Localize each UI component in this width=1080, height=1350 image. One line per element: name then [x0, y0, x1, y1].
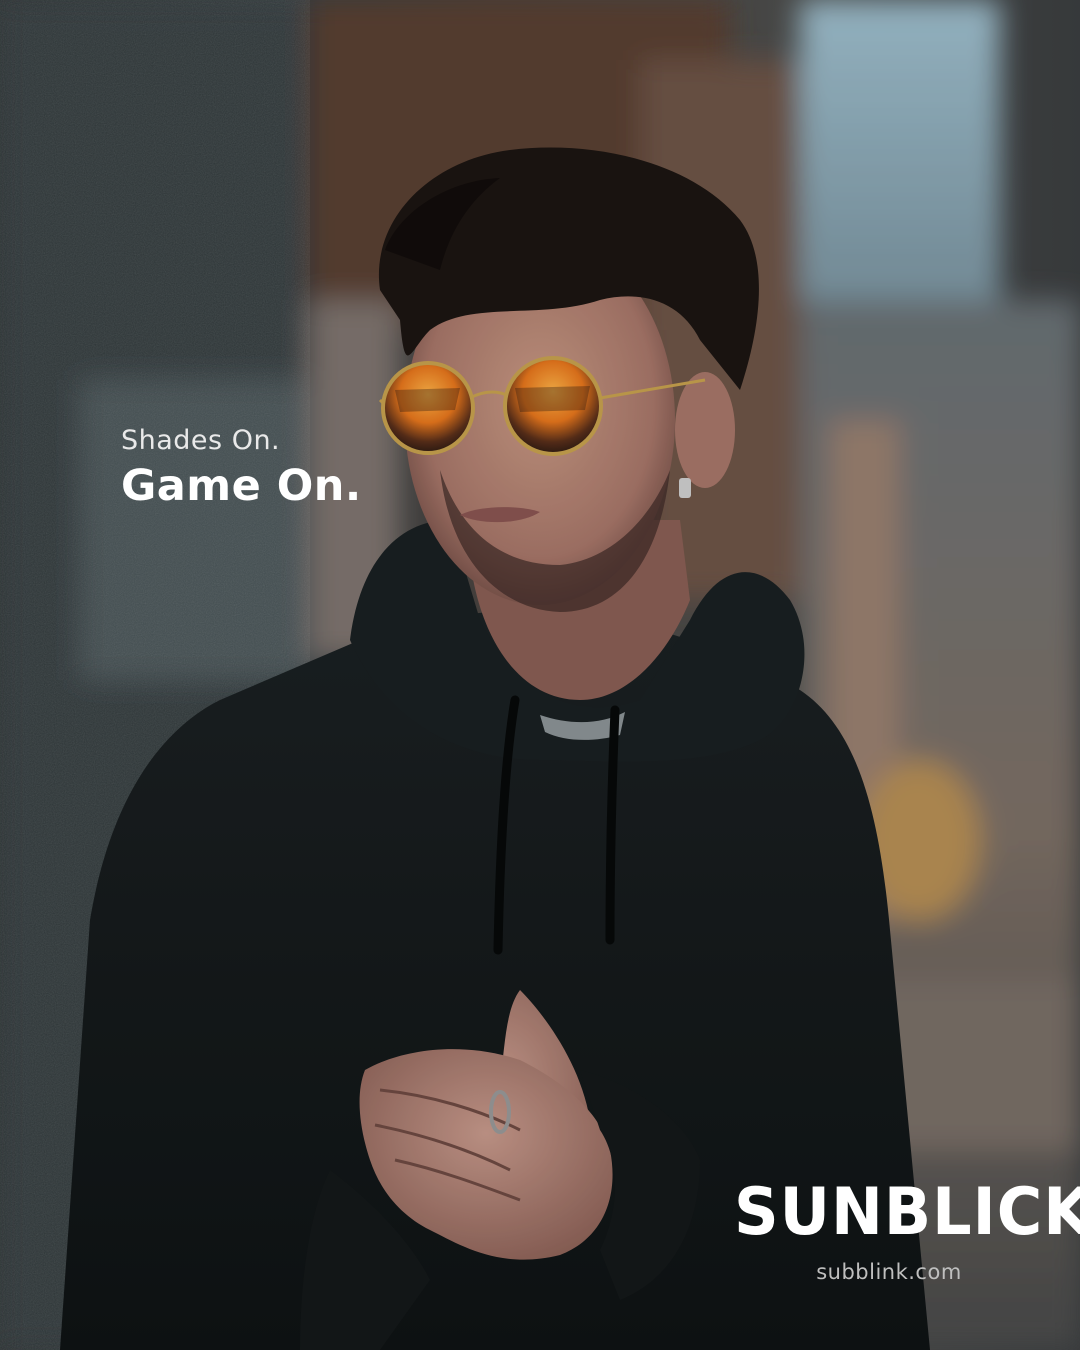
- hero-photo: [0, 0, 1080, 1350]
- brand-block: SUNBLICK subblink.com: [734, 1173, 1080, 1284]
- brand-url: subblink.com: [816, 1260, 962, 1284]
- tagline: Shades On. Game On.: [121, 422, 362, 512]
- ad-poster: Shades On. Game On. SUNBLICK subblink.co…: [0, 0, 1080, 1350]
- brand-logo: SUNBLICK: [734, 1173, 1080, 1250]
- tagline-line-1: Shades On.: [121, 425, 281, 456]
- tagline-line-2: Game On.: [121, 461, 362, 511]
